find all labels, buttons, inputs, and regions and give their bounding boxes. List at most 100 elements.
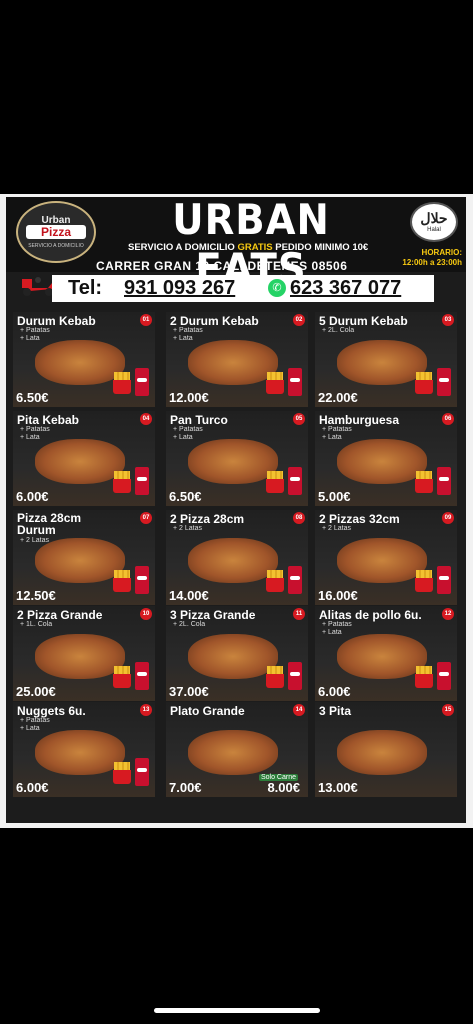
item-price: 22.00€: [318, 390, 358, 405]
menu-header: Urban Pizza SERVICIO A DOMICILIO URBAN E…: [6, 195, 466, 293]
item-name: 5 Durum Kebab: [319, 314, 408, 328]
cola-can-icon: [288, 662, 302, 690]
item-extras: + Patatas + Lata: [173, 327, 203, 343]
food-image: [337, 634, 427, 679]
item-extra: + Lata: [20, 725, 40, 732]
item-extra: + Patatas: [173, 327, 203, 334]
item-number-badge: 07: [140, 512, 152, 524]
item-extras: + 1L. Cola: [20, 621, 52, 629]
hours-value: 12:00h a 23:00h: [402, 258, 462, 267]
halal-arabic-text: حلال: [420, 210, 448, 226]
cola-can-icon: [288, 368, 302, 396]
opening-hours: HORARIO: 12:00h a 23:00h: [402, 248, 462, 268]
item-price: 6.00€: [318, 684, 351, 699]
item-number-badge: 04: [140, 413, 152, 425]
item-extras: + Patatas + Lata: [20, 426, 50, 442]
address-text: CARRER GRAN 10 CALLDETENES 08506: [96, 259, 348, 273]
item-extra: + Patatas: [173, 426, 203, 433]
halal-english-text: Halal: [427, 227, 441, 233]
cola-can-icon: [135, 467, 149, 495]
item-price: 6.50€: [169, 489, 202, 504]
item-extra: + 2 Latas: [322, 525, 351, 532]
fries-icon: [415, 570, 433, 592]
item-extra: + 1L. Cola: [20, 621, 53, 628]
menu-item: Alitas de pollo 6u. 12 + Patatas + Lata 6.00…: [315, 606, 457, 701]
food-image: [35, 439, 125, 484]
fries-icon: [415, 372, 433, 394]
item-number-badge: 06: [442, 413, 454, 425]
item-extra: + Patatas: [20, 327, 50, 334]
cola-can-icon: [437, 467, 451, 495]
item-extras: + 2L. Cola: [322, 327, 354, 335]
cola-can-icon: [135, 662, 149, 690]
item-name: 3 Pita: [319, 704, 352, 718]
item-number-badge: 10: [140, 608, 152, 620]
cola-can-icon: [288, 467, 302, 495]
item-number-badge: 05: [293, 413, 305, 425]
fries-icon: [266, 471, 284, 493]
item-extra: + Lata: [322, 629, 342, 636]
item-extra: + 2L. Cola: [173, 621, 206, 628]
food-image: [337, 439, 427, 484]
cola-can-icon: [135, 368, 149, 396]
item-extras: + Patatas + Lata: [20, 327, 50, 343]
item-extra: + 2 Latas: [173, 525, 202, 532]
cola-can-icon: [135, 758, 149, 786]
item-extra: + 2L. Cola: [322, 327, 355, 334]
item-extras: + Patatas + Lata: [173, 426, 203, 442]
food-image: [35, 634, 125, 679]
menu-item: 2 Pizzas 32cm 09 + 2 Latas 16.00€: [315, 510, 457, 605]
menu-item: 2 Pizza Grande 10 + 1L. Cola 25.00€: [13, 606, 155, 701]
tel-label: Tel:: [68, 277, 103, 299]
urban-pizza-logo: Urban Pizza SERVICIO A DOMICILIO: [16, 201, 96, 263]
item-extra: + Lata: [20, 335, 40, 342]
food-image: [188, 538, 278, 583]
food-image: [35, 538, 125, 583]
menu-item: Plato Grande 14 7.00€ 8.00€ Solo Carne: [166, 702, 308, 797]
minimum-order-text: PEDIDO MINIMO 10€: [272, 242, 369, 253]
item-price: 13.00€: [318, 780, 358, 795]
item-note: Solo Carne: [258, 774, 298, 781]
logo-main-text: Pizza: [26, 225, 86, 239]
item-name: 2 Durum Kebab: [170, 314, 259, 328]
cola-can-icon: [437, 368, 451, 396]
item-extra: + Patatas: [322, 621, 352, 628]
food-image: [337, 340, 427, 385]
food-image: [337, 538, 427, 583]
phone-number-2[interactable]: 623 367 077: [290, 277, 401, 300]
food-image: [188, 340, 278, 385]
item-number-badge: 03: [442, 314, 454, 326]
item-name: Pizza 28cm Durum: [17, 511, 82, 537]
item-name: 3 Pizza Grande: [170, 608, 256, 622]
food-image: [35, 340, 125, 385]
home-indicator[interactable]: [154, 1008, 320, 1013]
item-number-badge: 02: [293, 314, 305, 326]
fries-icon: [266, 570, 284, 592]
item-extra: + Lata: [173, 434, 193, 441]
phone-number-1[interactable]: 931 093 267: [124, 277, 235, 300]
menu-item: 5 Durum Kebab 03 + 2L. Cola 22.00€: [315, 312, 457, 407]
item-extra: + Patatas: [20, 426, 50, 433]
item-name: Nuggets 6u.: [17, 704, 86, 718]
fries-icon: [415, 471, 433, 493]
cola-can-icon: [437, 566, 451, 594]
item-number-badge: 12: [442, 608, 454, 620]
item-name: 2 Pizzas 32cm: [319, 512, 400, 526]
menu-item: Durum Kebab 01 + Patatas + Lata 6.50€: [13, 312, 155, 407]
menu-item: Nuggets 6u. 13 + Patatas + Lata 6.00€: [13, 702, 155, 797]
item-name: 2 Pizza 28cm: [170, 512, 245, 526]
gratis-text: GRATIS: [237, 242, 273, 253]
item-name: Pita Kebab: [17, 413, 80, 427]
menu-item: 3 Pizza Grande 11 + 2L. Cola 37.00€: [166, 606, 308, 701]
item-extra: + Lata: [173, 335, 193, 342]
cola-can-icon: [437, 662, 451, 690]
fries-icon: [113, 666, 131, 688]
food-image: [337, 730, 427, 775]
fries-icon: [113, 372, 131, 394]
item-number-badge: 08: [293, 512, 305, 524]
menu-flyer: Urban Pizza SERVICIO A DOMICILIO URBAN E…: [0, 194, 473, 828]
cola-can-icon: [288, 566, 302, 594]
item-name: Pan Turco: [170, 413, 228, 427]
fries-icon: [415, 666, 433, 688]
item-number-badge: 15: [442, 704, 454, 716]
